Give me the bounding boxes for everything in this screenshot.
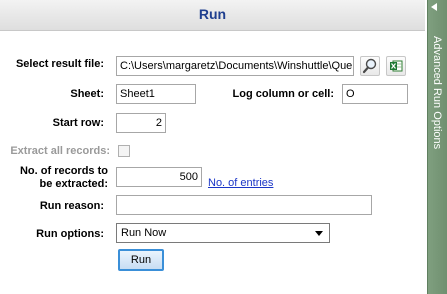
run-options-select[interactable]: Run Now	[116, 223, 330, 243]
run-button[interactable]: Run	[118, 249, 164, 271]
num-records-input[interactable]: 500	[116, 167, 202, 187]
start-row-input[interactable]: 2	[116, 113, 166, 133]
no-of-entries-link[interactable]: No. of entries	[208, 177, 273, 189]
num-records-label-line2: be extracted:	[39, 178, 108, 190]
browse-file-button[interactable]	[360, 56, 380, 76]
log-column-label: Log column or cell:	[232, 88, 334, 100]
log-column-input[interactable]: O	[342, 84, 408, 104]
run-reason-input[interactable]	[116, 195, 372, 215]
chevron-down-icon[interactable]	[315, 231, 323, 236]
extract-all-checkbox[interactable]	[118, 145, 130, 157]
result-file-label: Select result file:	[15, 58, 104, 70]
extract-all-label: Extract all records:	[10, 145, 110, 157]
sheet-label: Sheet:	[70, 88, 104, 100]
run-reason-label: Run reason:	[39, 200, 104, 212]
page-title: Run	[198, 6, 227, 22]
run-options-selected: Run Now	[121, 227, 167, 239]
sheet-input[interactable]: Sheet1	[116, 84, 196, 104]
result-file-input[interactable]: C:\Users\margaretz\Documents\Winshuttle\…	[116, 56, 354, 76]
collapse-arrow-icon[interactable]	[431, 3, 437, 11]
excel-icon	[390, 60, 403, 72]
run-options-label: Run options:	[36, 228, 104, 240]
start-row-label: Start row:	[52, 117, 104, 129]
num-records-label: No. of records to be extracted:	[0, 165, 108, 191]
advanced-run-options-label[interactable]: Advanced Run Options	[427, 36, 447, 186]
num-records-label-line1: No. of records to	[19, 165, 108, 177]
open-excel-button[interactable]	[386, 56, 406, 76]
search-icon	[362, 58, 377, 74]
